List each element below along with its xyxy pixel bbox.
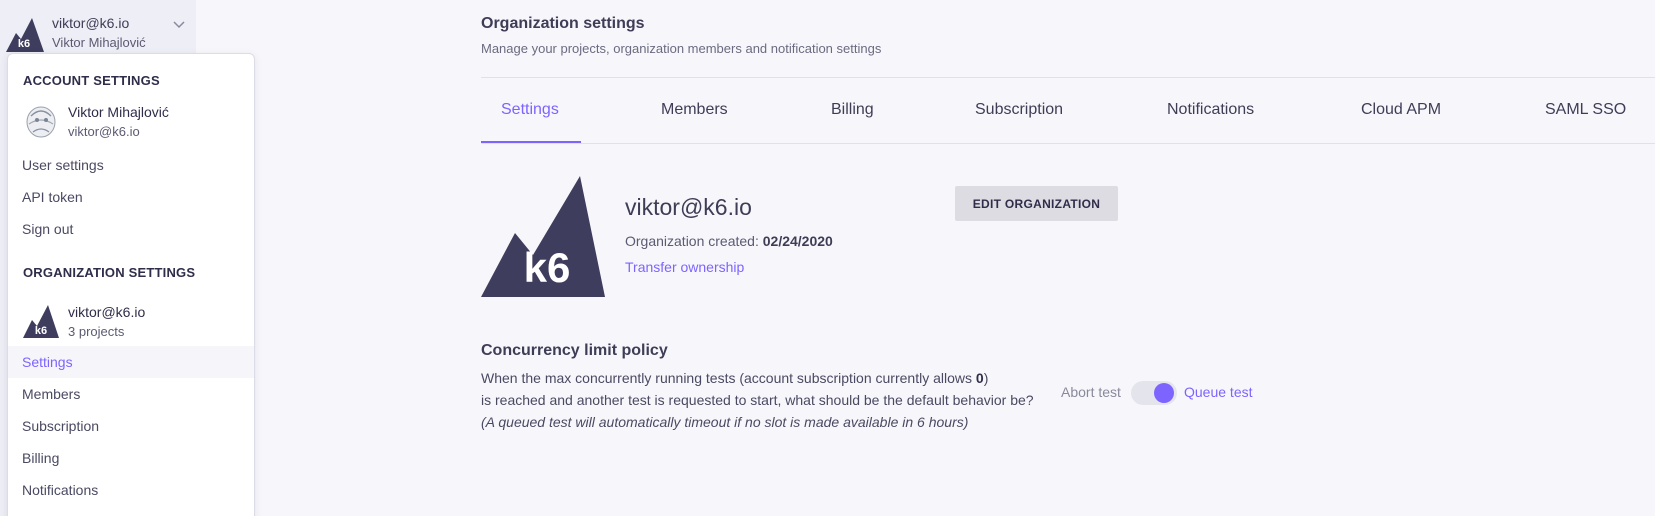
tab-subscription[interactable]: Subscription	[975, 100, 1063, 143]
user-avatar	[26, 106, 56, 138]
menu-item-sign-out[interactable]: Sign out	[8, 213, 254, 245]
chevron-down-icon[interactable]	[172, 18, 186, 30]
account-name: Viktor Mihajlović	[52, 35, 146, 50]
created-label: Organization created:	[625, 233, 759, 249]
menu-item-settings[interactable]: Settings	[8, 346, 254, 378]
concurrency-policy-toggle[interactable]	[1131, 381, 1177, 405]
account-dropdown-menu: ACCOUNT SETTINGS Viktor Mihajlović vikto…	[7, 53, 255, 516]
concurrency-description-line1: When the max concurrently running tests …	[481, 370, 988, 386]
user-name: Viktor Mihajlović	[68, 104, 169, 120]
tab-settings[interactable]: Settings	[501, 100, 559, 143]
tab-saml-sso[interactable]: SAML SSO	[1545, 100, 1626, 143]
tab-billing[interactable]: Billing	[831, 100, 874, 143]
user-identity: Viktor Mihajlović viktor@k6.io	[23, 102, 253, 146]
transfer-ownership-link[interactable]: Transfer ownership	[625, 259, 744, 275]
organization-settings-heading: ORGANIZATION SETTINGS	[23, 265, 196, 280]
menu-item-user-settings[interactable]: User settings	[8, 149, 254, 181]
tab-cloud-apm[interactable]: Cloud APM	[1361, 100, 1441, 143]
account-settings-heading: ACCOUNT SETTINGS	[23, 73, 160, 88]
account-switcher[interactable]: k6 viktor@k6.io Viktor Mihajlović	[0, 0, 196, 52]
allowed-count: 0	[975, 370, 984, 386]
tab-members[interactable]: Members	[661, 100, 728, 143]
account-email: viktor@k6.io	[52, 15, 130, 31]
page-title: Organization settings	[481, 15, 645, 32]
queue-test-label[interactable]: Queue test	[1184, 384, 1253, 400]
menu-item-members[interactable]: Members	[8, 378, 254, 410]
edit-organization-button[interactable]: EDIT ORGANIZATION	[955, 186, 1118, 221]
org-projects-count: 3 projects	[68, 324, 125, 339]
k6-logo-icon: k6	[6, 18, 44, 52]
menu-item-billing[interactable]: Billing	[8, 442, 254, 474]
line1-suffix: )	[983, 370, 989, 386]
svg-text:k6: k6	[18, 38, 30, 50]
created-date: 02/24/2020	[762, 233, 833, 249]
menu-item-notifications[interactable]: Notifications	[8, 474, 254, 506]
user-email: viktor@k6.io	[68, 124, 140, 139]
header-divider	[481, 77, 1655, 78]
active-tab-indicator	[481, 141, 581, 143]
settings-tabs: Settings Members Billing Subscription No…	[481, 100, 1655, 144]
org-identity: k6 viktor@k6.io 3 projects	[23, 302, 253, 346]
organization-logo-text: k6	[524, 244, 571, 291]
page-subtitle: Manage your projects, organization membe…	[481, 41, 882, 56]
menu-item-subscription[interactable]: Subscription	[8, 410, 254, 442]
tab-notifications[interactable]: Notifications	[1167, 100, 1254, 143]
menu-item-api-token[interactable]: API token	[8, 181, 254, 213]
organization-name: viktor@k6.io	[625, 194, 752, 220]
org-name: viktor@k6.io	[68, 304, 146, 320]
line1-prefix: When the max concurrently running tests …	[481, 370, 976, 386]
organization-logo: k6	[481, 176, 605, 297]
svg-text:k6: k6	[35, 325, 47, 337]
abort-test-label[interactable]: Abort test	[1061, 384, 1121, 400]
org-logo-icon: k6	[23, 305, 59, 338]
organization-created: Organization created: 02/24/2020	[625, 233, 833, 249]
concurrency-description-line2: is reached and another test is requested…	[481, 392, 1034, 408]
toggle-knob	[1154, 383, 1174, 403]
concurrency-policy-title: Concurrency limit policy	[481, 342, 668, 359]
concurrency-note: (A queued test will automatically timeou…	[481, 414, 969, 430]
